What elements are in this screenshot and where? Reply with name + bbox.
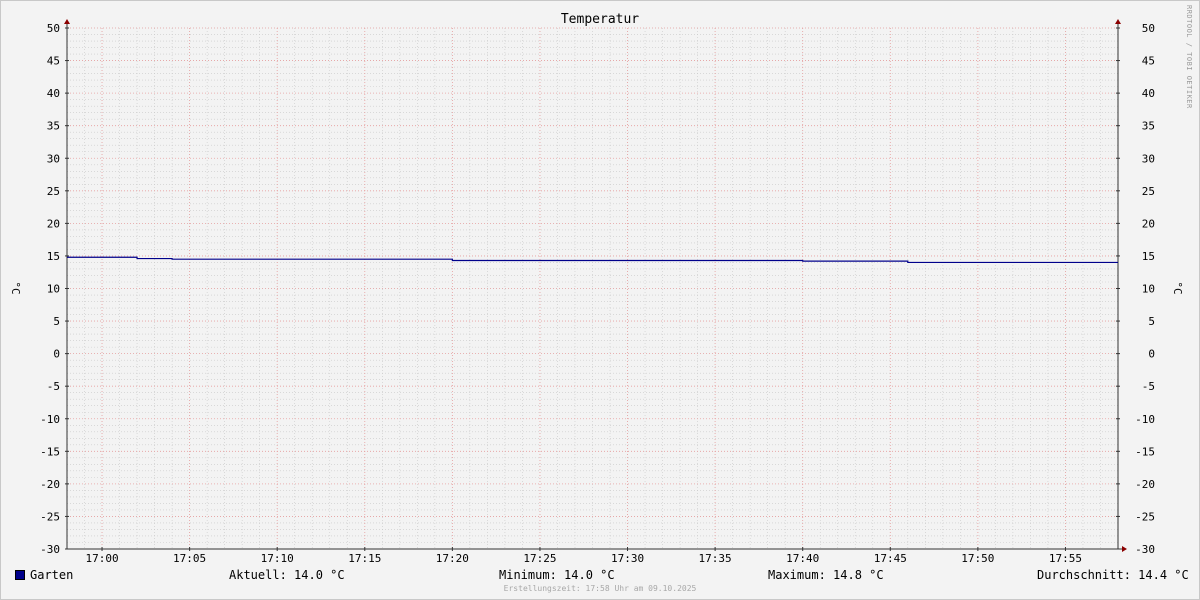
y-tick-label-left: -20: [40, 478, 60, 491]
y-tick-label-right: 5: [1148, 315, 1155, 328]
y-tick-label-left: 40: [47, 87, 60, 100]
y-tick-label-left: 35: [47, 120, 60, 133]
x-tick-label: 17:00: [85, 552, 118, 565]
x-tick-label: 17:15: [348, 552, 381, 565]
y-tick-label-left: -10: [40, 413, 60, 426]
y-tick-label-right: -10: [1135, 413, 1155, 426]
y-tick-label-left: 10: [47, 283, 60, 296]
legend-minimum: Minimum: 14.0 °C: [499, 568, 615, 582]
x-tick-label: 17:40: [786, 552, 819, 565]
watermark-text: RRDTOOL / TOBI OETIKER: [1185, 5, 1193, 109]
y-axis-label-right: °C: [1171, 281, 1184, 294]
x-tick-label: 17:35: [699, 552, 732, 565]
y-tick-label-right: -30: [1135, 543, 1155, 556]
x-tick-label: 17:30: [611, 552, 644, 565]
y-tick-label-left: 20: [47, 217, 60, 230]
y-tick-label-right: -25: [1135, 510, 1155, 523]
y-tick-label-left: 50: [47, 22, 60, 35]
y-tick-label-right: 0: [1148, 348, 1155, 361]
x-tick-label: 17:55: [1049, 552, 1082, 565]
y-tick-label-left: 0: [53, 348, 60, 361]
axes: [64, 19, 1127, 552]
x-tick-label: 17:45: [874, 552, 907, 565]
y-tick-label-right: 35: [1142, 120, 1155, 133]
legend-series-name: Garten: [30, 568, 74, 582]
y-tick-label-left: 25: [47, 185, 60, 198]
temperature-chart: 50 5045 4540 4035 3530 3025 2520 2015 1510 105 50 0…: [9, 5, 1193, 565]
y-tick-label-left: -15: [40, 445, 60, 458]
legend-average: Durchschnitt: 14.4 °C: [1037, 568, 1189, 582]
y-tick-label-right: 40: [1142, 87, 1155, 100]
y-tick-label-right: 30: [1142, 152, 1155, 165]
y-tick-label-left: -25: [40, 510, 60, 523]
footer-timestamp: Erstellungszeit: 17:58 Uhr am 09.10.2025: [503, 584, 697, 593]
y-tick-label-left: -5: [47, 380, 60, 393]
y-axis-label-left: °C: [9, 281, 22, 294]
legend-current: Aktuell: 14.0 °C: [229, 568, 345, 582]
y-tick-label-right: -5: [1142, 380, 1155, 393]
y-tick-label-left: 5: [53, 315, 60, 328]
y-tick-label-right: 20: [1142, 217, 1155, 230]
y-tick-label-right: 10: [1142, 283, 1155, 296]
x-tick-label: 17:25: [523, 552, 556, 565]
x-axis-arrow: [1122, 546, 1127, 552]
x-tick-label: 17:05: [173, 552, 206, 565]
legend-maximum: Maximum: 14.8 °C: [768, 568, 884, 582]
y-axis-arrow-left: [64, 19, 70, 24]
legend-swatch: [15, 570, 25, 580]
y-tick-label-right: -20: [1135, 478, 1155, 491]
x-tick-label: 17:20: [436, 552, 469, 565]
y-axis-arrow-right: [1115, 19, 1121, 24]
y-tick-label-left: -30: [40, 543, 60, 556]
y-tick-label-left: 45: [47, 55, 60, 68]
x-tick-label: 17:10: [261, 552, 294, 565]
y-tick-label-right: 45: [1142, 55, 1155, 68]
chart-title: Temperatur: [561, 12, 639, 27]
y-tick-label-left: 15: [47, 250, 60, 263]
x-tick-label: 17:50: [961, 552, 994, 565]
y-tick-label-right: 25: [1142, 185, 1155, 198]
y-tick-label-right: 15: [1142, 250, 1155, 263]
y-tick-label-left: 30: [47, 152, 60, 165]
y-tick-label-right: -15: [1135, 445, 1155, 458]
y-tick-label-right: 50: [1142, 22, 1155, 35]
